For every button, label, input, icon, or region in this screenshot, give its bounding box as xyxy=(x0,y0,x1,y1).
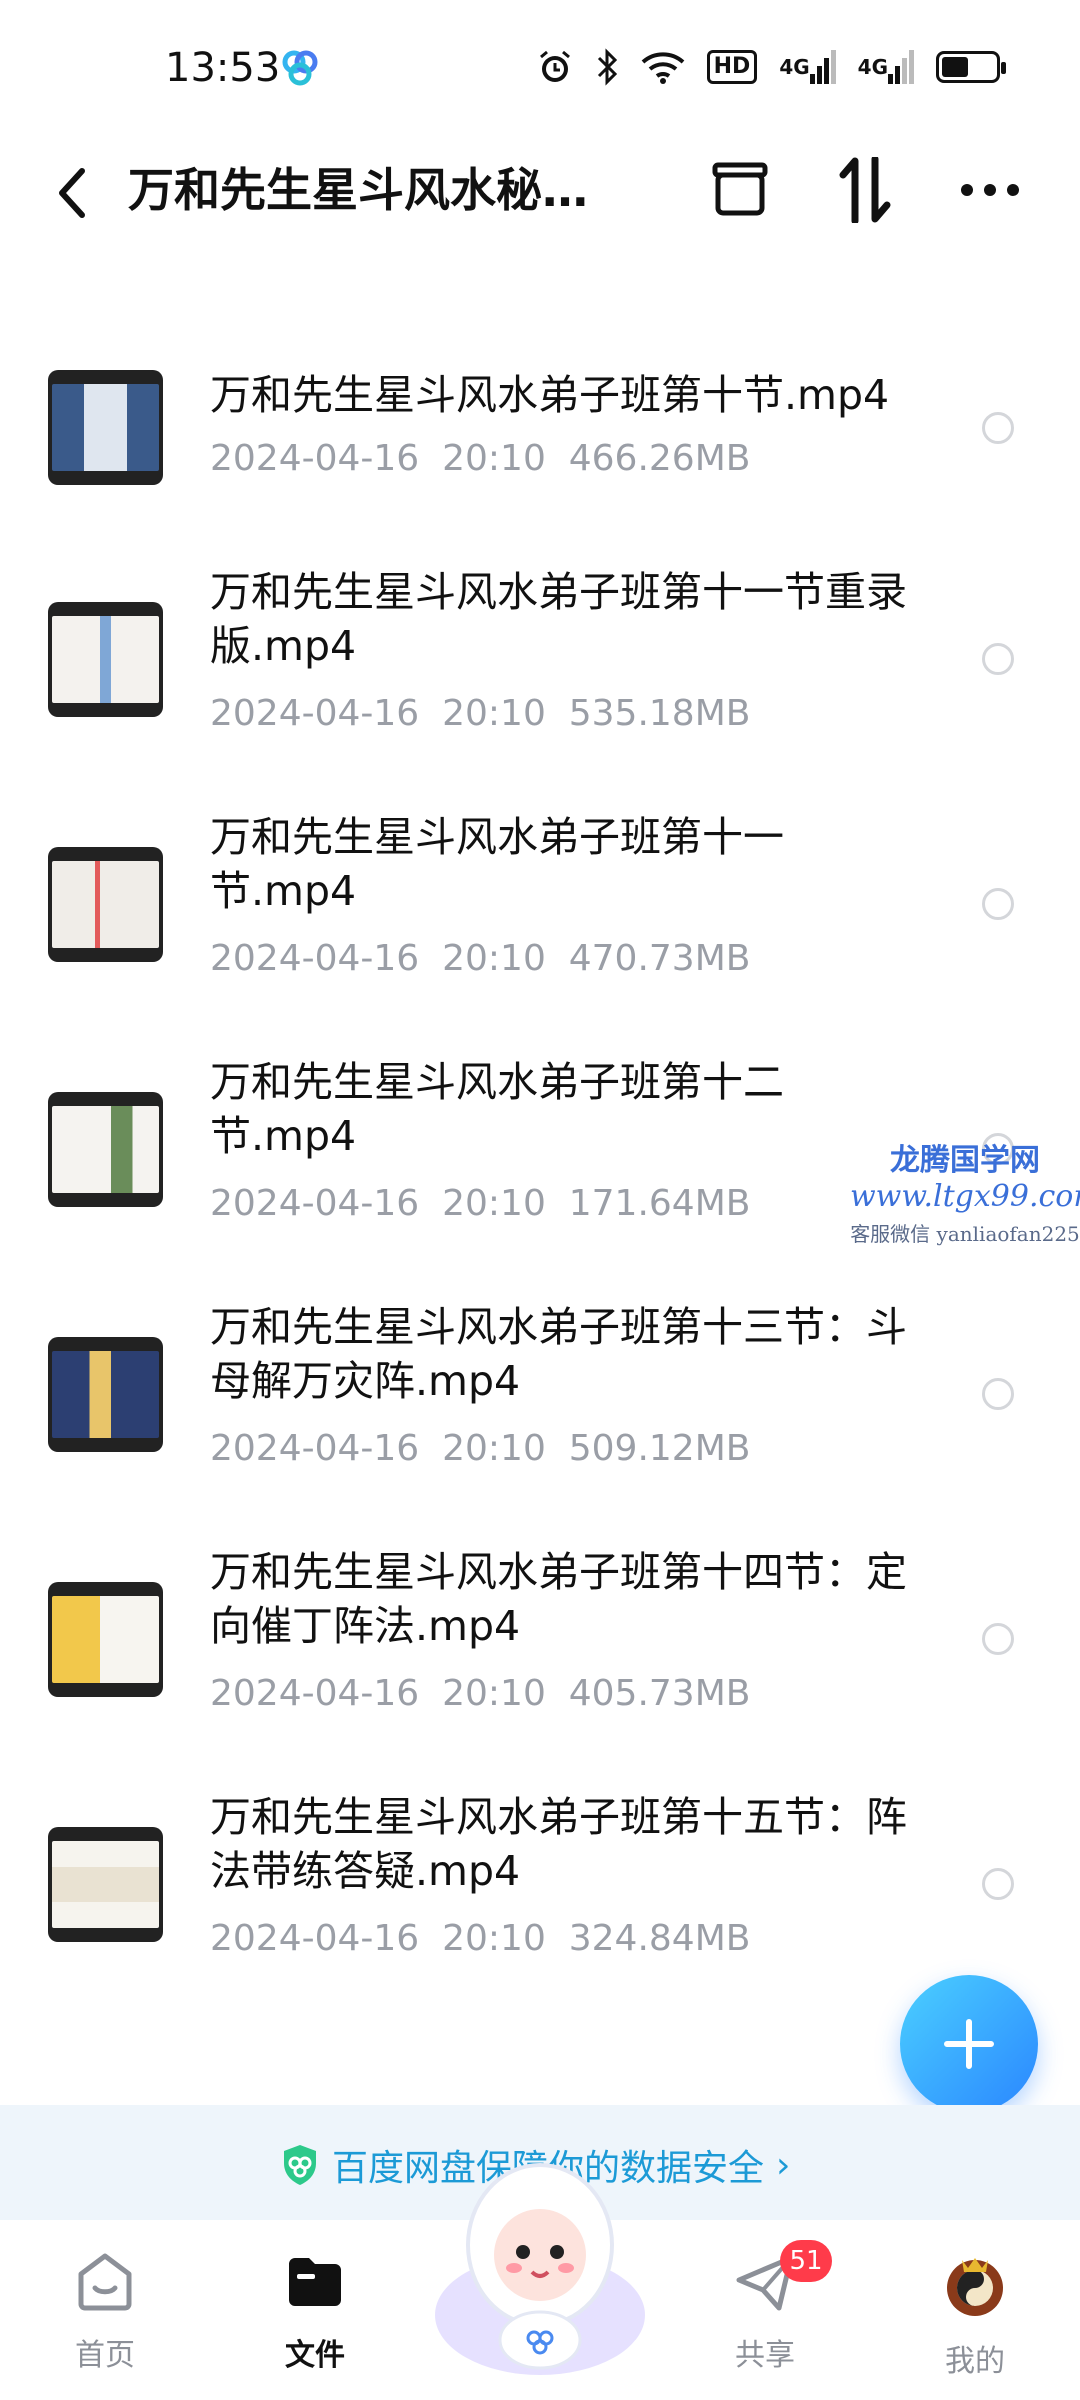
file-date: 2024-04-16 20:10 xyxy=(210,438,546,479)
file-size: 466.26MB xyxy=(568,438,751,479)
status-time: 13:53 xyxy=(165,45,281,91)
file-date: 2024-04-16 20:10 xyxy=(210,1428,546,1469)
select-radio[interactable] xyxy=(982,888,1014,920)
net-type-label: 4G xyxy=(779,55,810,79)
sort-arrows-icon xyxy=(839,157,891,223)
tab-share-label: 共享 xyxy=(735,2338,795,2373)
file-row[interactable]: 万和先生星斗风水弟子班第十一节.mp4 2024-04-16 20:10 470… xyxy=(0,765,1080,985)
back-arrow-icon[interactable] xyxy=(50,163,100,223)
file-name: 万和先生星斗风水弟子班第十节.mp4 xyxy=(210,371,890,419)
alarm-icon xyxy=(537,49,573,85)
file-size: 324.84MB xyxy=(568,1918,751,1959)
select-radio[interactable] xyxy=(982,412,1014,444)
battery-icon xyxy=(936,51,1006,83)
video-thumbnail xyxy=(48,1582,163,1697)
select-radio[interactable] xyxy=(982,1623,1014,1655)
file-date: 2024-04-16 20:10 xyxy=(210,1673,546,1714)
file-meta: 2024-04-16 20:10 405.73MB xyxy=(210,1673,750,1714)
more-dots-icon xyxy=(961,184,1019,196)
file-name: 万和先生星斗风水弟子班第十二节.mp4 xyxy=(210,1058,784,1160)
video-thumbnail xyxy=(48,1092,163,1207)
tab-files[interactable]: 文件 xyxy=(245,2250,385,2374)
file-date: 2024-04-16 20:10 xyxy=(210,938,546,979)
avatar-icon xyxy=(947,2258,1003,2316)
file-size: 171.64MB xyxy=(568,1183,751,1224)
tab-files-label: 文件 xyxy=(285,2338,345,2373)
file-date: 2024-04-16 20:10 xyxy=(210,1183,546,1224)
watermark-contact: 客服微信 yanliaofan225 xyxy=(850,1222,1080,1246)
tab-me[interactable]: 我的 xyxy=(905,2250,1045,2380)
more-options-button[interactable] xyxy=(955,155,1025,225)
shield-icon xyxy=(284,2145,316,2185)
folder-title: 万和先生星斗风水秘… xyxy=(128,163,588,217)
video-thumbnail xyxy=(48,370,163,485)
top-app-bar: 万和先生星斗风水秘… xyxy=(0,135,1080,250)
net-type-label: 4G xyxy=(857,55,888,79)
folder-icon xyxy=(289,2258,341,2306)
file-name: 万和先生星斗风水弟子班第十一节.mp4 xyxy=(210,813,784,915)
file-name: 万和先生星斗风水弟子班第十四节：定向催丁阵法.mp4 xyxy=(210,1548,907,1650)
wifi-icon xyxy=(641,50,685,84)
add-button[interactable] xyxy=(900,1975,1038,2113)
watermark-title: 龙腾国学网 xyxy=(890,1143,1040,1178)
video-thumbnail xyxy=(48,602,163,717)
tab-home[interactable]: 首页 xyxy=(35,2250,175,2374)
file-row[interactable]: 万和先生星斗风水弟子班第十四节：定向催丁阵法.mp4 2024-04-16 20… xyxy=(0,1500,1080,1720)
file-name: 万和先生星斗风水弟子班第十五节：阵法带练答疑.mp4 xyxy=(210,1793,907,1895)
hd-icon: HD xyxy=(706,50,758,84)
file-meta: 2024-04-16 20:10 535.18MB xyxy=(210,693,750,734)
chevron-right-icon: › xyxy=(776,2144,791,2186)
file-row[interactable]: 万和先生星斗风水弟子班第十五节：阵法带练答疑.mp4 2024-04-16 20… xyxy=(0,1745,1080,1965)
file-size: 535.18MB xyxy=(568,693,751,734)
file-row[interactable]: 万和先生星斗风水弟子班第十三节：斗母解万灾阵.mp4 2024-04-16 20… xyxy=(0,1255,1080,1475)
select-mode-button[interactable] xyxy=(705,155,775,225)
file-date: 2024-04-16 20:10 xyxy=(210,1918,546,1959)
file-name: 万和先生星斗风水弟子班第十三节：斗母解万灾阵.mp4 xyxy=(210,1303,907,1405)
file-meta: 2024-04-16 20:10 171.64MB xyxy=(210,1183,750,1224)
watermark: 龙腾国学网 www.ltgx99.com 客服微信 yanliaofan225 xyxy=(850,1135,1080,1247)
file-row[interactable]: 万和先生星斗风水弟子班第十一节重录版.mp4 2024-04-16 20:10 … xyxy=(0,520,1080,740)
select-radio[interactable] xyxy=(982,1378,1014,1410)
file-meta: 2024-04-16 20:10 509.12MB xyxy=(210,1428,750,1469)
file-date: 2024-04-16 20:10 xyxy=(210,693,546,734)
file-size: 509.12MB xyxy=(568,1428,751,1469)
status-bar: 13:53 HD 4G 4G xyxy=(0,0,1080,135)
share-notification-badge: 51 xyxy=(780,2240,832,2282)
home-icon xyxy=(78,2253,132,2311)
file-size: 405.73MB xyxy=(568,1673,751,1714)
sort-button[interactable] xyxy=(830,155,900,225)
select-radio[interactable] xyxy=(982,1868,1014,1900)
plus-icon xyxy=(944,2019,994,2069)
file-meta: 2024-04-16 20:10 324.84MB xyxy=(210,1918,750,1959)
video-thumbnail xyxy=(48,1337,163,1452)
bluetooth-icon xyxy=(595,48,619,86)
signal-4g-icon-1: 4G xyxy=(779,50,836,84)
file-name: 万和先生星斗风水弟子班第十一节重录版.mp4 xyxy=(210,568,907,670)
status-icons: HD 4G 4G xyxy=(537,44,1006,90)
baidu-netdisk-status-icon xyxy=(282,50,318,86)
video-thumbnail xyxy=(48,847,163,962)
watermark-url: www.ltgx99.com xyxy=(850,1179,1080,1214)
tab-home-label: 首页 xyxy=(75,2338,135,2373)
video-thumbnail xyxy=(48,1827,163,1942)
file-size: 470.73MB xyxy=(568,938,751,979)
archive-box-icon xyxy=(712,162,768,216)
file-row[interactable]: 万和先生星斗风水弟子班第十节.mp4 2024-04-16 20:10 466.… xyxy=(0,250,1080,485)
file-meta: 2024-04-16 20:10 470.73MB xyxy=(210,938,750,979)
file-meta: 2024-04-16 20:10 466.26MB xyxy=(210,438,750,479)
tab-me-label: 我的 xyxy=(945,2344,1005,2379)
signal-4g-icon-2: 4G xyxy=(858,50,914,84)
select-radio[interactable] xyxy=(982,643,1014,675)
mascot-button[interactable] xyxy=(430,2140,650,2380)
